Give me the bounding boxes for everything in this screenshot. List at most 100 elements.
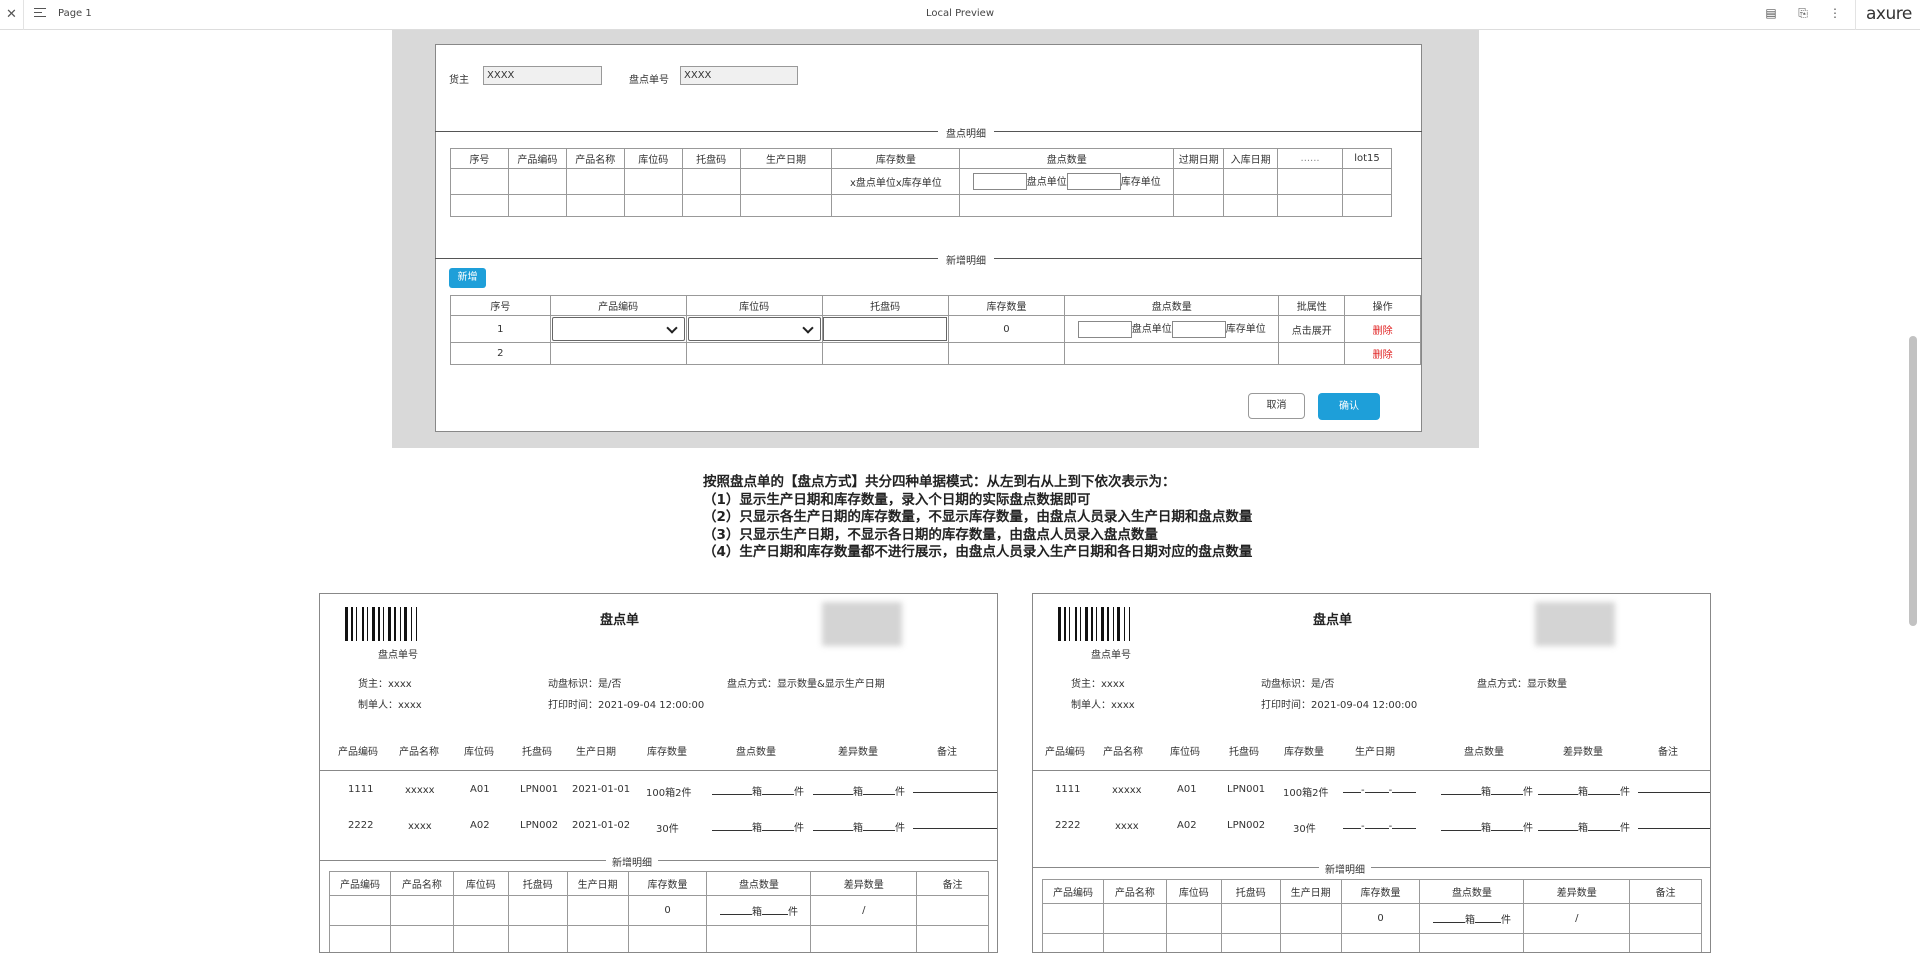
product-code-select[interactable] (552, 317, 685, 341)
column-header: 库位码 (624, 149, 682, 169)
order-no-field[interactable]: XXXX (680, 66, 798, 85)
column-header: 产品编码 (508, 149, 566, 169)
scrollbar-thumb[interactable] (1909, 336, 1917, 626)
cell: 1111 (1055, 784, 1080, 795)
column-header: 托盘码 (1229, 743, 1259, 758)
detail-table: 序号 产品编码 产品名称 库位码 托盘码 生产日期 库存数量 盘点数量 过期日期… (450, 148, 1392, 217)
count-blank: 箱件 (712, 783, 804, 798)
barcode-bar (372, 607, 375, 641)
column-header: 入库日期 (1224, 149, 1278, 169)
column-header: 库存数量 (832, 149, 960, 169)
barcode-bar (383, 607, 384, 641)
diff-blank: 箱件 (1538, 783, 1630, 798)
barcode-bar (1064, 607, 1066, 641)
cell: 2021-01-01 (572, 784, 630, 795)
column-header: 库存数量 (948, 296, 1065, 316)
unit-label: 盘点单位 (1132, 324, 1172, 335)
owner-label: 货主 (449, 71, 469, 86)
barcode-bar (1096, 607, 1097, 641)
barcode-bar (416, 607, 417, 641)
cell: LPN002 (520, 820, 558, 831)
added-table: 序号 产品编码 库位码 托盘码 库存数量 盘点数量 批属性 操作 1 0 盘点单… (450, 295, 1421, 365)
cell: LPN001 (1227, 784, 1265, 795)
column-header: 生产日期 (576, 743, 616, 758)
doc-added-table: 产品编码 产品名称 库位码 托盘码 生产日期 库存数量 盘点数量 差异数量 备注… (329, 871, 989, 953)
column-header: 差异数量 (838, 743, 878, 758)
column-header: 差异数量 (1524, 880, 1630, 904)
cancel-button[interactable]: 取消 (1248, 393, 1305, 419)
table-header-row: 产品编码 产品名称 库位码 托盘码 生产日期 库存数量 盘点数量 差异数量 备注 (330, 872, 989, 896)
column-header: 序号 (451, 149, 509, 169)
order-no-label: 盘点单号 (629, 71, 669, 86)
cell: A02 (1177, 820, 1197, 831)
column-header: 差异数量 (1563, 743, 1603, 758)
inspect-icon[interactable]: ⎘ (1796, 6, 1810, 22)
column-header: 产品编码 (1045, 743, 1085, 758)
pallet-input[interactable] (823, 317, 947, 341)
column-header: 盘点数量 (1420, 880, 1524, 904)
top-bar: ✕ Page 1 Local Preview ▤ ⎘ ⋮ axure (0, 0, 1920, 30)
barcode-bar (356, 607, 357, 641)
table-row: 0 箱件 / (330, 896, 989, 926)
note-line: （1）显示生产日期和库存数量，录入个日期的实际盘点数据即可 (703, 492, 1252, 510)
cell: xxxx (408, 821, 432, 832)
location-select[interactable] (688, 317, 821, 341)
column-header: 备注 (917, 872, 989, 896)
unit-label: 库存单位 (1226, 324, 1266, 335)
add-button[interactable]: 新增 (449, 268, 486, 288)
more-icon[interactable]: ⋮ (1828, 6, 1842, 22)
added-section-title: 新增明细 (1319, 861, 1371, 876)
count-blank: 箱件 (1420, 904, 1524, 934)
barcode-bar (388, 607, 391, 641)
column-header: 库位码 (1170, 743, 1200, 758)
column-header: 库存数量 (1284, 743, 1324, 758)
count-input-2[interactable] (1067, 173, 1121, 190)
column-header: 库位码 (1166, 880, 1221, 904)
count-mode-text: 盘点方式：显示数量 (1477, 675, 1567, 690)
count-input-2[interactable] (1172, 321, 1226, 338)
owner-text: 货主：xxxx (1071, 675, 1125, 690)
section-title-added: 新增明细 (938, 252, 994, 267)
barcode-bar (1113, 607, 1114, 641)
row-number: 1 (451, 316, 551, 343)
owner-field[interactable]: XXXX (483, 66, 602, 85)
cell: A02 (470, 820, 490, 831)
column-header: 备注 (937, 743, 957, 758)
doc-title: 盘点单 (1313, 609, 1352, 628)
cell: LPN002 (1227, 820, 1265, 831)
column-header: 盘点数量 (707, 872, 811, 896)
cell: 2222 (1055, 820, 1080, 831)
remark-blank (1638, 819, 1711, 832)
column-header: 备注 (1630, 880, 1702, 904)
table-row: x盘点单位x库存单位 盘点单位库存单位 (451, 169, 1392, 195)
delete-link[interactable]: 删除 (1345, 343, 1421, 365)
divider (1033, 867, 1711, 868)
column-header: 生产日期 (740, 149, 832, 169)
note-line: （2）只显示各生产日期的库存数量，不显示库存数量，由盘点人员录入生产日期和盘点数… (703, 509, 1252, 527)
section-divider (435, 258, 1422, 259)
notes-icon[interactable]: ▤ (1764, 6, 1778, 22)
barcode-bar (1058, 607, 1061, 641)
delete-link[interactable]: 删除 (1345, 316, 1421, 343)
inventory-form (435, 44, 1422, 432)
barcode-bar (345, 607, 348, 641)
expand-attr-link[interactable]: 点击展开 (1279, 316, 1345, 343)
column-header: 操作 (1345, 296, 1421, 316)
column-header: 托盘码 (682, 149, 740, 169)
cell: 30件 (656, 820, 679, 835)
remark-blank (1638, 783, 1711, 796)
column-header: 备注 (1658, 743, 1678, 758)
confirm-button[interactable]: 确认 (1318, 393, 1380, 420)
blurred-qr (1535, 602, 1615, 646)
table-header-row: 产品编码 产品名称 库位码 托盘码 生产日期 库存数量 盘点数量 差异数量 备注 (1043, 880, 1702, 904)
table-row: 0 箱件 / (1043, 904, 1702, 934)
count-input-1[interactable] (973, 173, 1027, 190)
count-input-1[interactable] (1078, 321, 1132, 338)
divider (1855, 0, 1856, 30)
column-header: 差异数量 (811, 872, 917, 896)
column-header: 盘点数量 (1065, 296, 1279, 316)
diff-blank: 箱件 (813, 783, 905, 798)
barcode-bar (351, 607, 353, 641)
column-header: 生产日期 (1355, 743, 1395, 758)
column-header: lot15 (1342, 149, 1391, 169)
